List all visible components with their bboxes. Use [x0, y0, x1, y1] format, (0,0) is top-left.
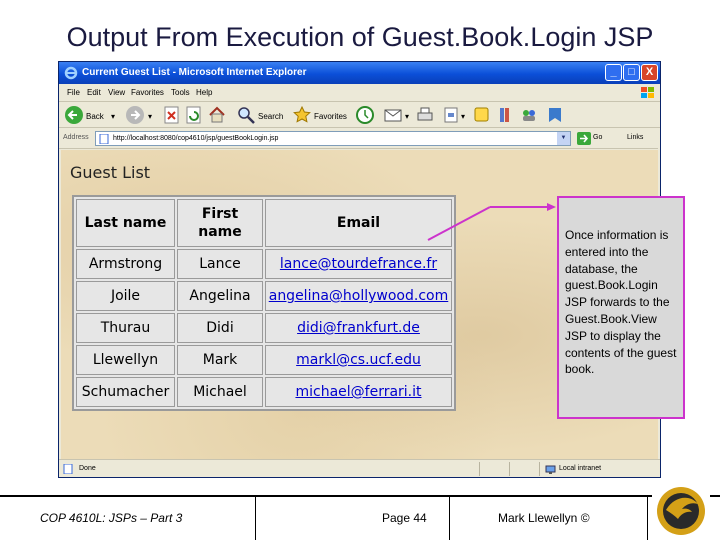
favorites-star-icon[interactable]: [292, 105, 312, 125]
refresh-icon[interactable]: [185, 105, 203, 125]
research-icon[interactable]: [497, 105, 515, 125]
chevron-down-icon[interactable]: ▾: [111, 112, 115, 121]
slide-title: Output From Execution of Guest.Book.Logi…: [66, 22, 654, 52]
go-button-label[interactable]: Go: [593, 134, 602, 141]
search-button-label[interactable]: Search: [258, 112, 283, 121]
email-link[interactable]: michael@ferrari.it: [265, 377, 452, 407]
edit-icon[interactable]: [443, 105, 461, 125]
window-title: Current Guest List - Microsoft Internet …: [82, 67, 307, 78]
table-row: Schumacher Michael michael@ferrari.it: [76, 377, 452, 407]
mail-icon[interactable]: [383, 105, 405, 125]
ucf-pegasus-logo-icon: [652, 480, 710, 538]
messenger-icon[interactable]: [519, 105, 539, 125]
menu-edit[interactable]: Edit: [87, 88, 101, 97]
first-name-cell: Lance: [177, 249, 263, 279]
search-icon[interactable]: [236, 105, 256, 125]
callout-text: Once information is entered into the dat…: [565, 228, 677, 377]
page-icon: [99, 134, 109, 144]
window-titlebar[interactable]: Current Guest List - Microsoft Internet …: [59, 62, 660, 84]
first-name-cell: Angelina: [177, 281, 263, 311]
footer-course-text: COP 4610L: JSPs – Part 3: [40, 511, 183, 525]
status-text: Done: [79, 465, 96, 472]
last-name-cell: Thurau: [76, 313, 175, 343]
footer-course: COP 4610L: JSPs – Part 3: [0, 497, 256, 540]
footer-author: Mark Llewellyn ©: [450, 497, 648, 540]
column-header-email: Email: [265, 199, 452, 247]
back-arrow-icon[interactable]: [64, 105, 84, 125]
first-name-cell: Mark: [177, 345, 263, 375]
first-name-cell: Michael: [177, 377, 263, 407]
address-url[interactable]: http://localhost:8080/cop4610/jsp/guestB…: [113, 135, 278, 142]
chevron-down-icon[interactable]: ▾: [461, 112, 465, 121]
chevron-down-icon[interactable]: ▾: [148, 112, 152, 121]
page-done-icon: [63, 464, 73, 474]
first-name-cell: Didi: [177, 313, 263, 343]
guest-table: Last name First name Email Armstrong Lan…: [72, 195, 456, 411]
stop-icon[interactable]: [163, 105, 181, 125]
home-icon[interactable]: [207, 105, 227, 125]
menu-view[interactable]: View: [108, 88, 125, 97]
slide-footer: COP 4610L: JSPs – Part 3 Page 44 Mark Ll…: [0, 495, 720, 540]
history-icon[interactable]: [355, 105, 375, 125]
email-link[interactable]: markl@cs.ucf.edu: [265, 345, 452, 375]
table-row: Thurau Didi didi@frankfurt.de: [76, 313, 452, 343]
menu-tools[interactable]: Tools: [171, 88, 190, 97]
print-icon[interactable]: [415, 105, 435, 125]
menu-bar: File Edit View Favorites Tools Help: [59, 84, 660, 102]
close-button[interactable]: X: [641, 64, 658, 81]
status-divider: [509, 462, 510, 476]
address-label: Address: [63, 134, 89, 141]
security-zone-label: Local intranet: [559, 465, 602, 472]
guest-list-heading: Guest List: [70, 163, 151, 182]
last-name-cell: Schumacher: [76, 377, 175, 407]
minimize-button[interactable]: _: [605, 64, 622, 81]
footer-author-text: Mark Llewellyn ©: [498, 511, 590, 525]
status-divider: [539, 462, 540, 476]
address-input[interactable]: http://localhost:8080/cop4610/jsp/guestB…: [95, 131, 571, 146]
address-bar: Address http://localhost:8080/cop4610/js…: [59, 128, 660, 149]
back-button-label[interactable]: Back: [86, 112, 104, 121]
last-name-cell: Armstrong: [76, 249, 175, 279]
email-link[interactable]: didi@frankfurt.de: [265, 313, 452, 343]
table-row: Armstrong Lance lance@tourdefrance.fr: [76, 249, 452, 279]
column-header-last-name: Last name: [76, 199, 175, 247]
go-arrow-icon[interactable]: [577, 132, 591, 145]
chevron-down-icon[interactable]: ▾: [405, 112, 409, 121]
email-link[interactable]: lance@tourdefrance.fr: [265, 249, 452, 279]
last-name-cell: Joile: [76, 281, 175, 311]
last-name-cell: Llewellyn: [76, 345, 175, 375]
table-row: Joile Angelina angelina@hollywood.com: [76, 281, 452, 311]
table-header-row: Last name First name Email: [76, 199, 452, 247]
menu-file[interactable]: File: [67, 88, 80, 97]
status-bar: Done Local intranet: [59, 459, 660, 477]
email-link[interactable]: angelina@hollywood.com: [265, 281, 452, 311]
toolbar: Back ▾ ▾ Search Favorites ▾ ▾: [59, 102, 660, 128]
footer-page: Page 44: [256, 497, 450, 540]
table-row: Llewellyn Mark markl@cs.ucf.edu: [76, 345, 452, 375]
menu-help[interactable]: Help: [196, 88, 212, 97]
address-dropdown-icon[interactable]: ▼: [557, 132, 570, 145]
discuss-icon[interactable]: [473, 105, 491, 125]
links-label[interactable]: Links: [627, 134, 643, 141]
windows-flag-icon: [641, 87, 654, 98]
status-divider: [479, 462, 480, 476]
intranet-zone-icon: [545, 465, 556, 474]
maximize-button[interactable]: □: [623, 64, 640, 81]
menu-favorites[interactable]: Favorites: [131, 88, 164, 97]
favorites-button-label[interactable]: Favorites: [314, 112, 347, 121]
callout-box: Once information is entered into the dat…: [557, 196, 685, 419]
bookmark-icon[interactable]: [545, 105, 565, 125]
forward-arrow-icon[interactable]: [125, 105, 145, 125]
footer-page-text: Page 44: [382, 511, 427, 525]
ie-logo-icon: [64, 66, 78, 80]
column-header-first-name: First name: [177, 199, 263, 247]
